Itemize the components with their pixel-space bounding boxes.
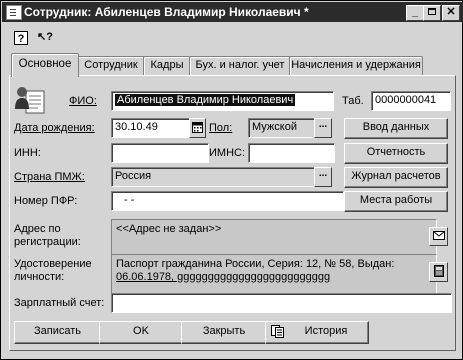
inn-input[interactable] [111, 143, 209, 163]
address-edit-button[interactable] [429, 227, 448, 246]
close-window-button[interactable]: ✕ [442, 5, 460, 21]
title-bar: Сотрудник: Абиленцев Владимир Николаевич… [2, 2, 463, 22]
tab-accounting-label: Бух. и налог. учет [195, 59, 285, 71]
save-button[interactable]: Записать [14, 321, 101, 344]
history-label: История [304, 325, 348, 337]
imns-label: ИМНС: [209, 147, 246, 159]
address-value: <<Адрес не задан>> [116, 223, 222, 235]
whats-this-icon[interactable]: ↖? [36, 30, 54, 46]
window-title: Сотрудник: Абиленцев Владимир Николаевич… [24, 5, 309, 19]
tab-accounting[interactable]: Бух. и налог. учет [189, 56, 291, 76]
close-button[interactable]: Закрыть [181, 321, 267, 344]
account-label: Зарплатный счет: [14, 297, 105, 309]
document-icon [433, 265, 444, 277]
pfr-input[interactable]: - - [111, 191, 344, 211]
payroll-journal-button[interactable]: Журнал расчетов [344, 167, 448, 188]
sex-value: Мужской [252, 121, 297, 133]
birth-date-label: Дата рождения: [14, 122, 95, 134]
fio-value: Абиленцев Владимир Николаевич [115, 94, 296, 106]
tab-number-value: 0000000041 [375, 94, 437, 106]
tab-accruals[interactable]: Начисления и удержания [289, 56, 423, 76]
workplaces-button[interactable]: Места работы [344, 191, 448, 212]
tab-number-label: Таб. [342, 95, 364, 107]
tab-accruals-label: Начисления и удержания [291, 59, 421, 71]
reporting-button[interactable]: Отчетность [344, 143, 448, 164]
country-label: Страна ПМЖ: [14, 171, 85, 183]
employee-window: Сотрудник: Абиленцев Владимир Николаевич… [0, 0, 463, 360]
employee-card-icon [15, 87, 45, 114]
address-label-line2: регистрации: [14, 236, 81, 248]
identity-value-line2: 06.06.1978, ggggggggggggggggggggggggg [116, 271, 331, 283]
calendar-button[interactable] [189, 118, 206, 138]
identity-value-line1: Паспорт гражданина России, Серия: 12, № … [116, 258, 395, 270]
history-icon [271, 325, 284, 338]
sex-select-button[interactable]: ... [314, 118, 332, 138]
minimize-button[interactable]: _ [406, 5, 424, 21]
identity-label-line2: личности: [14, 271, 65, 283]
birth-date-value: 30.10.49 [115, 121, 158, 133]
pfr-label: Номер ПФР: [14, 195, 78, 207]
imns-input[interactable] [248, 143, 335, 163]
identity-field[interactable]: Паспорт гражданина России, Серия: 12, № … [111, 254, 437, 295]
history-button[interactable]: История [265, 321, 369, 344]
maximize-button[interactable] [423, 5, 441, 21]
inn-label: ИНН: [14, 147, 41, 159]
sex-input[interactable]: Мужской [248, 118, 319, 138]
tab-main-label: Основное [18, 58, 72, 70]
address-label-line1: Адрес по [14, 223, 61, 235]
birth-date-input[interactable]: 30.10.49 [111, 118, 194, 138]
fio-label: ФИО: [69, 95, 97, 107]
maximize-icon [428, 8, 436, 15]
data-entry-button[interactable]: Ввод данных [344, 118, 448, 139]
country-value: Россия [115, 170, 152, 182]
tab-number-input[interactable]: 0000000041 [371, 91, 451, 111]
country-select-button[interactable]: ... [314, 167, 332, 187]
envelope-icon [432, 231, 445, 240]
address-field[interactable]: <<Адрес не задан>> [111, 219, 437, 259]
pfr-value: - - [124, 194, 135, 206]
help-icon[interactable]: ? [14, 31, 28, 45]
tab-main[interactable]: Основное [11, 53, 79, 77]
ok-button[interactable]: OK [99, 321, 183, 344]
tab-personnel-label: Кадры [150, 59, 184, 71]
window-icon [6, 5, 22, 20]
fio-input[interactable]: Абиленцев Владимир Николаевич [111, 91, 334, 111]
sex-label: Пол: [209, 122, 233, 134]
tab-employee-label: Сотрудник [84, 59, 138, 71]
country-input[interactable]: Россия [111, 167, 319, 187]
account-input[interactable] [111, 293, 452, 313]
tab-employee[interactable]: Сотрудник [77, 56, 145, 76]
calendar-icon [192, 122, 203, 133]
identity-edit-button[interactable] [429, 262, 448, 282]
identity-label-line1: Удостоверение [14, 258, 92, 270]
tab-personnel[interactable]: Кадры [143, 56, 191, 76]
